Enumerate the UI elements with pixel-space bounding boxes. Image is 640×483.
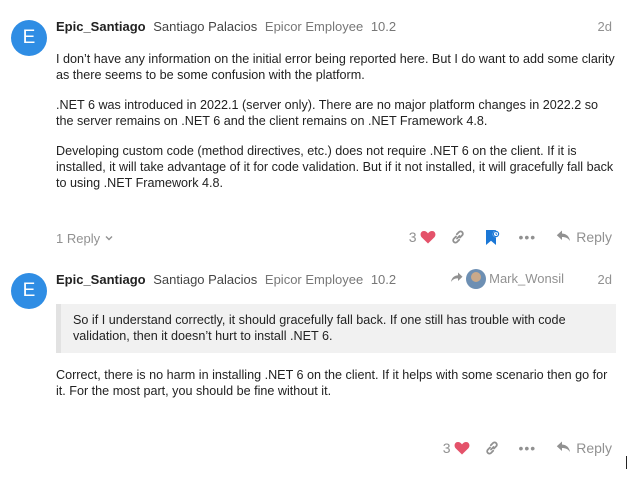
post-body: So if I understand correctly, it should … (56, 304, 616, 413)
post-actions: 3 ••• Reply (409, 225, 612, 249)
post-meta: Epic_Santiago Santiago Palacios Epicor E… (56, 269, 612, 289)
replies-toggle[interactable]: 1 Reply (56, 231, 114, 246)
full-name: Santiago Palacios (153, 19, 258, 34)
post-date[interactable]: 2d (598, 19, 612, 35)
chevron-down-icon (104, 231, 114, 246)
avatar[interactable]: E (11, 20, 47, 56)
post: E Epic_Santiago Santiago Palacios Epicor… (0, 0, 640, 262)
full-name: Santiago Palacios (153, 272, 258, 287)
username[interactable]: Epic_Santiago (56, 272, 146, 287)
quote-block: So if I understand correctly, it should … (56, 304, 616, 353)
avatar[interactable]: E (11, 273, 47, 309)
reply-arrow-icon (450, 271, 463, 287)
post-paragraph: Developing custom code (method directive… (56, 144, 614, 190)
user-title: Epicor Employee (264, 272, 364, 287)
reply-to-tab[interactable]: Mark_Wonsil (450, 269, 564, 289)
text-cursor (626, 456, 627, 469)
link-icon[interactable] (484, 436, 500, 460)
user-title: Epicor Employee (264, 19, 364, 34)
post-paragraph: I don’t have any information on the init… (56, 52, 615, 82)
reply-to-username: Mark_Wonsil (489, 271, 564, 286)
heart-icon[interactable] (420, 225, 436, 249)
post: E Epic_Santiago Santiago Palacios Epicor… (0, 262, 640, 483)
replies-toggle-label: 1 Reply (56, 231, 101, 246)
reply-label: Reply (576, 229, 612, 245)
user-flair: 10.2 (370, 272, 397, 287)
post-paragraph: .NET 6 was introduced in 2022.1 (server … (56, 98, 599, 128)
bookmark-icon[interactable] (484, 225, 500, 249)
heart-icon[interactable] (454, 436, 470, 460)
reply-arrow-icon (556, 229, 571, 245)
more-icon[interactable]: ••• (518, 225, 536, 249)
like-count[interactable]: 3 (443, 440, 451, 456)
post-body: I don’t have any information on the init… (56, 51, 616, 205)
reply-arrow-icon (556, 440, 571, 456)
post-actions: 3 ••• Reply (443, 436, 612, 460)
reply-button[interactable]: Reply (556, 225, 612, 249)
like-count[interactable]: 3 (409, 229, 417, 245)
username[interactable]: Epic_Santiago (56, 19, 146, 34)
reply-label: Reply (576, 440, 612, 456)
reply-to-avatar (466, 269, 487, 289)
user-flair: 10.2 (370, 19, 397, 34)
post-meta: Epic_Santiago Santiago Palacios Epicor E… (56, 19, 612, 35)
post-paragraph: Correct, there is no harm in installing … (56, 368, 608, 398)
reply-button[interactable]: Reply (556, 436, 612, 460)
more-icon[interactable]: ••• (518, 436, 536, 460)
link-icon[interactable] (450, 225, 466, 249)
post-date[interactable]: 2d (598, 272, 612, 288)
